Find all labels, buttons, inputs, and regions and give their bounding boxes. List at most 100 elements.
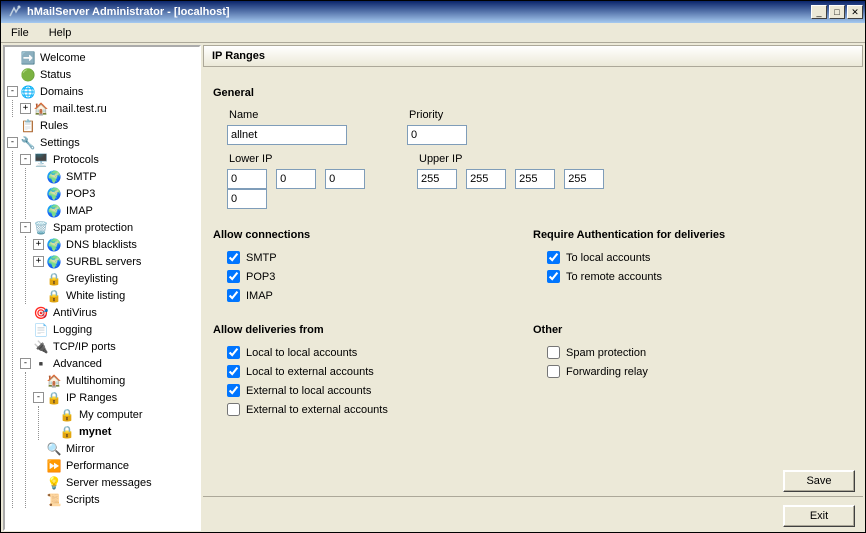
world-icon: 🌍 — [46, 254, 62, 270]
expand-icon[interactable]: + — [20, 103, 31, 114]
save-button[interactable]: Save — [783, 470, 855, 492]
tree-imap[interactable]: 🌍IMAP — [33, 202, 197, 219]
lowerip-0[interactable] — [227, 169, 267, 189]
other-spam-label: Spam protection — [566, 347, 646, 359]
allow-imap-label: IMAP — [246, 290, 273, 302]
deliv-el-label: External to local accounts — [246, 385, 371, 397]
tree-servermsg[interactable]: 💡Server messages — [33, 474, 197, 491]
world-icon: 🌍 — [46, 186, 62, 202]
priority-input[interactable] — [407, 125, 467, 145]
lock-icon: 🔒 — [46, 271, 62, 287]
menu-help[interactable]: Help — [43, 25, 78, 41]
deliv-ll-label: Local to local accounts — [246, 347, 357, 359]
tree-mycomputer[interactable]: 🔒My computer — [46, 406, 197, 423]
expand-icon[interactable]: + — [33, 239, 44, 250]
allowdeliv-heading: Allow deliveries from — [213, 324, 533, 336]
reqauth-remote-label: To remote accounts — [566, 271, 662, 283]
menu-bar: File Help — [1, 23, 865, 43]
collapse-icon[interactable]: - — [20, 358, 31, 369]
app-icon — [7, 4, 23, 20]
deliv-ee-label: External to external accounts — [246, 404, 388, 416]
deliv-ll-checkbox[interactable] — [227, 346, 240, 359]
log-icon: 📄 — [33, 322, 49, 338]
tree-settings[interactable]: -🔧Settings — [7, 134, 197, 151]
allow-imap-checkbox[interactable] — [227, 289, 240, 302]
spam-icon: 🗑️ — [33, 220, 49, 236]
general-heading: General — [213, 87, 853, 99]
content-panel: IP Ranges General Name Priority Lower IP — [203, 45, 863, 531]
tree-mail-test[interactable]: +🏠mail.test.ru — [20, 100, 197, 117]
tree-whitelisting[interactable]: 🔒White listing — [33, 287, 197, 304]
world-icon: 🌍 — [46, 169, 62, 185]
upperip-3[interactable] — [564, 169, 604, 189]
other-fwd-label: Forwarding relay — [566, 366, 648, 378]
tree-tcpip[interactable]: 🔌TCP/IP ports — [20, 338, 197, 355]
window-title: hMailServer Administrator - [localhost] — [27, 6, 811, 18]
collapse-icon[interactable]: - — [7, 137, 18, 148]
reqauth-local-label: To local accounts — [566, 252, 650, 264]
tree-surbl[interactable]: +🌍SURBL servers — [33, 253, 197, 270]
panel-title: IP Ranges — [203, 45, 863, 67]
upperip-0[interactable] — [417, 169, 457, 189]
tree-sidebar[interactable]: ➡️Welcome 🟢Status -🌐Domains +🏠mail.test.… — [3, 45, 201, 531]
upperip-2[interactable] — [515, 169, 555, 189]
allow-pop3-checkbox[interactable] — [227, 270, 240, 283]
other-spam-checkbox[interactable] — [547, 346, 560, 359]
priority-label: Priority — [407, 109, 467, 121]
expand-icon[interactable]: + — [33, 256, 44, 267]
tree-smtp[interactable]: 🌍SMTP — [33, 168, 197, 185]
collapse-icon[interactable]: - — [20, 222, 31, 233]
tree-performance[interactable]: ⏩Performance — [33, 457, 197, 474]
reqauth-remote-checkbox[interactable] — [547, 270, 560, 283]
deliv-ee-checkbox[interactable] — [227, 403, 240, 416]
tree-spam[interactable]: -🗑️Spam protection — [20, 219, 197, 236]
upperip-1[interactable] — [466, 169, 506, 189]
reqauth-heading: Require Authentication for deliveries — [533, 229, 853, 241]
tree-ipranges[interactable]: -🔒IP Ranges — [33, 389, 197, 406]
tree-antivirus[interactable]: 🎯AntiVirus — [20, 304, 197, 321]
lowerip-2[interactable] — [325, 169, 365, 189]
deliv-el-checkbox[interactable] — [227, 384, 240, 397]
tree-logging[interactable]: 📄Logging — [20, 321, 197, 338]
tree-advanced[interactable]: -▪️Advanced — [20, 355, 197, 372]
tree-dnsbl[interactable]: +🌍DNS blacklists — [33, 236, 197, 253]
script-icon: 📜 — [46, 492, 62, 508]
close-button[interactable]: ✕ — [847, 5, 863, 19]
tree-status[interactable]: 🟢Status — [7, 66, 197, 83]
title-bar: hMailServer Administrator - [localhost] … — [1, 1, 865, 23]
tree-scripts[interactable]: 📜Scripts — [33, 491, 197, 508]
target-icon: 🎯 — [33, 305, 49, 321]
tree-mirror[interactable]: 🔍Mirror — [33, 440, 197, 457]
tree-domains[interactable]: -🌐Domains — [7, 83, 197, 100]
tree-protocols[interactable]: -🖥️Protocols — [20, 151, 197, 168]
wrench-icon: 🔧 — [20, 135, 36, 151]
lowerip-3[interactable] — [227, 189, 267, 209]
world-icon: 🌍 — [46, 237, 62, 253]
menu-file[interactable]: File — [5, 25, 35, 41]
globe-icon: 🌐 — [20, 84, 36, 100]
tree-welcome[interactable]: ➡️Welcome — [7, 49, 197, 66]
lock-icon: 🔒 — [46, 288, 62, 304]
name-input[interactable] — [227, 125, 347, 145]
tree-greylisting[interactable]: 🔒Greylisting — [33, 270, 197, 287]
tree-rules[interactable]: 📋Rules — [7, 117, 197, 134]
terminal-icon: ▪️ — [33, 356, 49, 372]
allow-smtp-checkbox[interactable] — [227, 251, 240, 264]
lowerip-1[interactable] — [276, 169, 316, 189]
allow-pop3-label: POP3 — [246, 271, 275, 283]
other-heading: Other — [533, 324, 853, 336]
home-icon: 🏠 — [46, 373, 62, 389]
minimize-button[interactable]: _ — [811, 5, 827, 19]
collapse-icon[interactable]: - — [20, 154, 31, 165]
deliv-le-checkbox[interactable] — [227, 365, 240, 378]
collapse-icon[interactable]: - — [7, 86, 18, 97]
bulb-icon: 💡 — [46, 475, 62, 491]
collapse-icon[interactable]: - — [33, 392, 44, 403]
tree-multihoming[interactable]: 🏠Multihoming — [33, 372, 197, 389]
reqauth-local-checkbox[interactable] — [547, 251, 560, 264]
maximize-button[interactable]: □ — [829, 5, 845, 19]
other-fwd-checkbox[interactable] — [547, 365, 560, 378]
tree-pop3[interactable]: 🌍POP3 — [33, 185, 197, 202]
exit-button[interactable]: Exit — [783, 505, 855, 527]
tree-mynet[interactable]: 🔒mynet — [46, 423, 197, 440]
